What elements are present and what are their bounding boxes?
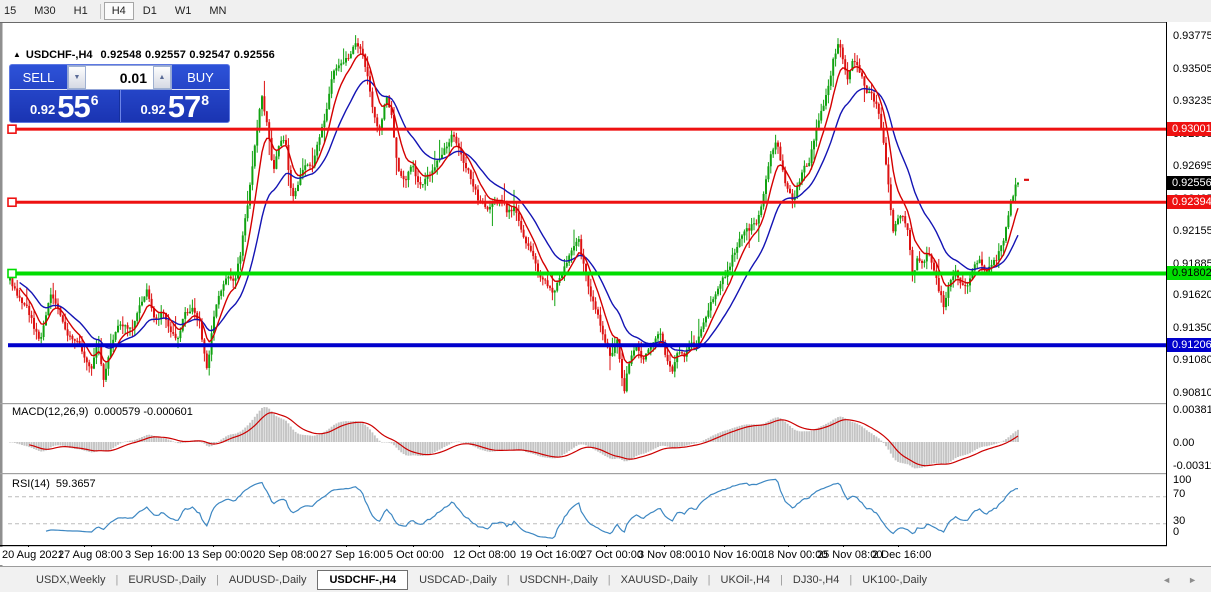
lot-increase-button[interactable]: ▲	[153, 66, 171, 89]
current-price-tag: 0.92556	[1167, 175, 1211, 190]
price-tick-label: 0.93775	[1173, 30, 1211, 42]
time-axis-label: 3 Sep 16:00	[125, 549, 185, 561]
macd-indicator-label: MACD(12,26,9) 0.000579 -0.000601	[12, 406, 193, 418]
time-axis: 20 Aug 2021 27 Aug 08:00 3 Sep 16:00 13 Sep…	[0, 547, 1211, 565]
buy-price-big: 57	[167, 89, 201, 123]
chart-title: ▲ USDCHF-,H4 0.92548 0.92557 0.92547 0.925…	[13, 49, 275, 61]
chart-tab-usdcnh[interactable]: USDCNH-,Daily	[511, 570, 607, 590]
rsi-tick-label: 100	[1173, 474, 1192, 486]
time-axis-label: 27 Aug 08:00	[58, 549, 123, 561]
price-tick-label: 0.91620	[1173, 289, 1211, 302]
timeframe-button-d1[interactable]: D1	[134, 2, 166, 20]
chart-tab-usdchf[interactable]: USDCHF-,H4	[317, 569, 409, 590]
timeframe-button-15[interactable]: 15	[0, 2, 25, 20]
chart-tab-audusd[interactable]: AUDUSD-,Daily	[220, 570, 316, 590]
level-price-tag: 0.93001	[1167, 122, 1211, 137]
buy-price-button[interactable]: 0.92 57 8	[119, 89, 230, 123]
timeframe-button-m30[interactable]: M30	[25, 2, 64, 20]
chart-tab-ukoil[interactable]: UKOil-,H4	[712, 570, 780, 590]
buy-button[interactable]: BUY	[172, 65, 229, 90]
price-tick-label: 0.92155	[1173, 225, 1211, 237]
lot-size-input[interactable]: 0.01	[86, 66, 153, 89]
timeframe-button-h1[interactable]: H1	[65, 2, 97, 20]
timeframe-button-mn[interactable]: MN	[200, 2, 235, 20]
price-tick-label: 0.91350	[1173, 321, 1211, 334]
chart-tab-dj30[interactable]: DJ30-,H4	[784, 570, 848, 590]
sell-price-button[interactable]: 0.92 55 6	[10, 90, 120, 122]
chart-ohlc-values: 0.92548 0.92557 0.92547 0.92556	[100, 49, 275, 61]
time-axis-label: 3 Nov 08:00	[638, 549, 698, 561]
time-axis-label: 12 Oct 08:00	[453, 549, 516, 561]
rsi-tick-label: 70	[1173, 488, 1186, 500]
sell-button[interactable]: SELL	[10, 65, 67, 90]
sell-price-pipette: 6	[90, 92, 99, 108]
price-axis: 0.937750.935050.932350.929650.926950.924…	[1167, 22, 1211, 566]
chart-tab-bar: USDX,Weekly | EURUSD-,Daily | AUDUSD-,Daily U…	[0, 566, 1211, 592]
macd-tick-label: -0.003115	[1173, 460, 1211, 472]
time-axis-label: 27 Sep 16:00	[320, 549, 386, 561]
rsi-tick-label: 0	[1173, 526, 1180, 538]
price-tick-label: 0.92695	[1173, 160, 1211, 172]
toolbar-separator	[99, 3, 101, 19]
timeframe-button-w1[interactable]: W1	[166, 2, 201, 20]
buy-price-pipette: 8	[201, 92, 210, 108]
price-tick-label: 0.91080	[1173, 354, 1211, 367]
time-axis-label: 27 Oct 00:00	[580, 549, 643, 561]
time-axis-label: 19 Oct 16:00	[520, 549, 583, 561]
level-price-tag: 0.91802	[1167, 266, 1211, 281]
chart-tab-usdcad[interactable]: USDCAD-,Daily	[410, 570, 506, 590]
sell-price-prefix: 0.92	[29, 102, 56, 117]
macd-tick-label: 0.003811	[1173, 404, 1211, 416]
price-tick-label: 0.90810	[1173, 386, 1211, 399]
tab-scroll-left-icon[interactable]: ◄	[1162, 575, 1171, 585]
macd-tick-label: 0.00	[1173, 437, 1195, 449]
time-axis-label: 20 Aug 2021	[2, 549, 64, 561]
chart-symbol-label: USDCHF-,H4	[25, 49, 93, 61]
chart-tab-eurusd[interactable]: EURUSD-,Daily	[119, 570, 215, 590]
buy-price-prefix: 0.92	[140, 102, 166, 117]
chart-tab-uk100[interactable]: UK100-,Daily	[853, 570, 936, 590]
price-tick-label: 0.93505	[1173, 62, 1211, 75]
time-axis-label: 20 Sep 08:00	[253, 549, 319, 561]
chart-tab-xauusd[interactable]: XAUUSD-,Daily	[612, 570, 707, 590]
tab-scroll-right-icon[interactable]: ►	[1188, 575, 1197, 585]
collapse-triangle-icon[interactable]: ▲	[13, 50, 21, 59]
sell-price-big: 55	[57, 89, 90, 123]
time-axis-label: 10 Nov 16:00	[698, 549, 764, 561]
chart-tab-usdx[interactable]: USDX,Weekly	[27, 570, 114, 590]
level-price-tag: 0.91206	[1167, 338, 1211, 353]
timeframe-toolbar: 15 M30 H1 H4 D1 W1 MN	[0, 0, 1211, 22]
lot-size-control: ▼ 0.01 ▲	[67, 65, 172, 90]
rsi-indicator-label: RSI(14) 59.3657	[12, 478, 96, 490]
time-axis-label: 5 Oct 00:00	[387, 549, 444, 561]
rsi-value: 59.3657	[55, 478, 96, 490]
timeframe-button-h4[interactable]: H4	[103, 2, 134, 20]
level-price-tag: 0.92394	[1167, 195, 1211, 210]
lot-decrease-button[interactable]: ▼	[68, 66, 86, 89]
chart-window: ▲ USDCHF-,H4 0.92548 0.92557 0.92547 0.925…	[0, 22, 1211, 566]
one-click-trade-panel: SELL ▼ 0.01 ▲ BUY 0.92 55 6 0.92 57 8	[9, 64, 230, 123]
time-axis-label: 13 Sep 00:00	[187, 549, 253, 561]
time-axis-label: 2 Dec 16:00	[872, 549, 932, 561]
macd-values: 0.000579 -0.000601	[94, 406, 193, 418]
price-tick-label: 0.93235	[1173, 95, 1211, 107]
